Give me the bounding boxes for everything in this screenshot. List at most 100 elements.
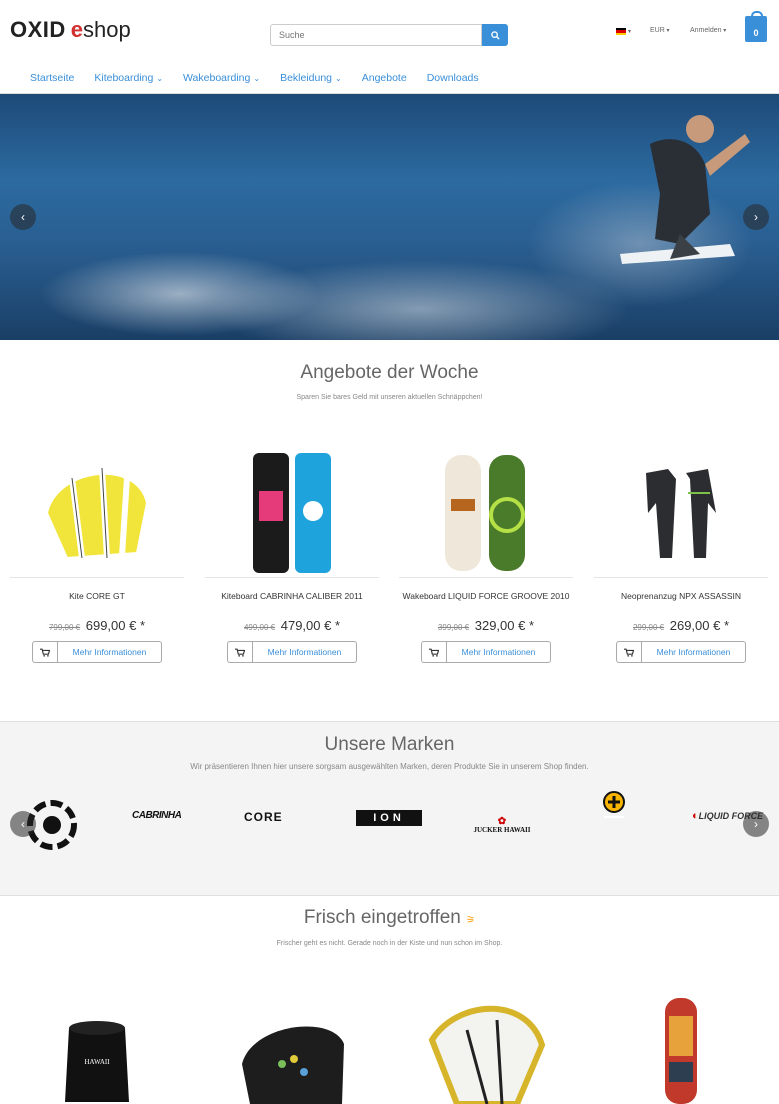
more-info-button[interactable]: Mehr Informationen [616, 641, 746, 663]
product-image[interactable] [205, 448, 379, 578]
product-image[interactable] [399, 448, 573, 578]
brand-logo-cabrinha[interactable]: CABRINHA [132, 810, 182, 821]
more-info-button[interactable]: Mehr Informationen [32, 641, 162, 663]
chevron-down-icon: ⌄ [253, 73, 261, 83]
chevron-down-icon: ▾ [721, 28, 727, 34]
product-kiteboard-image [253, 452, 331, 573]
language-selector[interactable]: ▾ [616, 28, 631, 35]
nav-item-label: Startseite [30, 72, 75, 84]
shop-logo[interactable]: OXID eshop [10, 17, 131, 42]
main-navigation: Startseite Kiteboarding ⌄ Wakeboarding ⌄ Bekl… [0, 62, 779, 94]
nav-item-bekleidung[interactable]: Bekleidung ⌄ [280, 72, 342, 84]
more-info-label: Mehr Informationen [656, 647, 731, 657]
fresh-title: Frisch eingetroffen ⚞ [303, 907, 476, 928]
brand-logo-ion[interactable]: ION [356, 810, 422, 826]
login-label: Anmelden [690, 27, 722, 34]
product-name[interactable]: Kite CORE GT [10, 590, 184, 614]
chevron-down-icon: ▾ [664, 28, 670, 34]
cart-icon[interactable] [617, 642, 642, 662]
brand-logo-plus[interactable] [602, 790, 626, 822]
product-name[interactable]: Kiteboard CABRINHA CALIBER 2011 [205, 590, 379, 614]
brands-next-button[interactable]: › [743, 811, 769, 837]
product-bag-image: HAWAII [65, 1021, 129, 1102]
old-price: 399,00 € [437, 623, 470, 632]
offers-title: Angebote der Woche [300, 362, 479, 383]
more-info-label: Mehr Informationen [461, 647, 536, 657]
svg-text:HAWAII: HAWAII [84, 1058, 110, 1066]
fresh-product-image[interactable] [594, 994, 768, 1104]
nav-item-label: Bekleidung [280, 72, 333, 84]
currency-selector[interactable]: EUR ▾ [650, 27, 669, 34]
product-harness-image [242, 1026, 344, 1104]
brand-logo-core[interactable]: CORE [244, 810, 283, 824]
nav-item-wakeboarding[interactable]: Wakeboarding ⌄ [183, 72, 260, 84]
search-form [270, 24, 508, 46]
product-card: Wakeboard LIQUID FORCE GROOVE 2010 399,00… [399, 448, 573, 663]
nav-item-label: Angebote [361, 72, 407, 84]
chevron-down-icon: ⌄ [335, 73, 342, 83]
product-wakeboard-image [445, 454, 525, 571]
login-dropdown[interactable]: Anmelden ▾ [690, 27, 726, 34]
offers-subtitle: Sparen Sie bares Geld mit unseren aktuel… [296, 394, 483, 401]
brand-logo-jucker-hawaii[interactable]: ✿ JUCKER HAWAII [470, 806, 534, 846]
product-name[interactable]: Neoprenanzug NPX ASSASSIN [594, 590, 768, 614]
product-kite-image [428, 1005, 546, 1104]
brands-title: Unsere Marken [324, 734, 455, 755]
current-price: 699,00 € * [85, 618, 146, 633]
product-kite-image [45, 467, 149, 559]
nav-item-startseite[interactable]: Startseite [30, 72, 74, 84]
chevron-down-icon: ⌄ [156, 73, 164, 83]
old-price: 799,00 € [48, 623, 81, 632]
product-image[interactable] [10, 448, 184, 578]
search-button[interactable] [482, 24, 508, 46]
more-info-label: Mehr Informationen [267, 647, 342, 657]
product-price: 799,00 € 699,00 € * [10, 618, 184, 633]
brands-subtitle: Wir präsentieren Ihnen hier unsere sorgs… [190, 762, 589, 771]
cart-count: 0 [753, 28, 759, 38]
logo-oxid: OXID [10, 17, 66, 42]
more-info-button[interactable]: Mehr Informationen [227, 641, 357, 663]
fresh-subtitle: Frischer geht es nicht. Gerade noch in d… [276, 940, 503, 947]
chevron-down-icon: ▾ [628, 29, 632, 35]
fresh-product-image[interactable] [205, 994, 379, 1104]
product-price: 399,00 € 329,00 € * [399, 618, 573, 633]
nav-item-kiteboarding[interactable]: Kiteboarding ⌄ [94, 72, 163, 84]
nav-item-angebote[interactable]: Angebote [362, 72, 407, 84]
cart-icon[interactable] [33, 642, 58, 662]
more-info-button[interactable]: Mehr Informationen [421, 641, 551, 663]
currency-label: EUR [650, 27, 665, 34]
search-input[interactable] [270, 24, 482, 46]
cart-button[interactable]: 0 [745, 11, 767, 42]
product-card: Neoprenanzug NPX ASSASSIN 299,00 € 269,00… [594, 448, 768, 663]
product-price: 499,00 € 479,00 € * [205, 618, 379, 633]
site-header: OXID eshop ▾ EUR ▾ Anmelden ▾ 0 [0, 0, 779, 62]
nav-item-label: Downloads [426, 72, 479, 84]
rss-icon[interactable]: ⚞ [466, 915, 475, 926]
brands-section: Unsere Marken Wir präsentieren Ihnen hie… [0, 721, 779, 896]
nav-item-label: Wakeboarding [183, 72, 251, 84]
hero-prev-button[interactable]: ‹ [10, 204, 36, 230]
search-icon [490, 30, 500, 40]
brands-prev-button[interactable]: ‹ [10, 811, 36, 837]
product-board-image [665, 998, 697, 1104]
product-image[interactable] [594, 448, 768, 578]
fresh-product-image[interactable] [400, 994, 574, 1104]
german-flag-icon [616, 28, 626, 35]
nav-item-label: Kiteboarding [94, 72, 154, 84]
product-price: 299,00 € 269,00 € * [594, 618, 768, 633]
logo-eshop: eshop [70, 17, 131, 42]
cart-icon[interactable] [228, 642, 253, 662]
product-name[interactable]: Wakeboard LIQUID FORCE GROOVE 2010 [399, 590, 573, 614]
product-wetsuit-image [646, 468, 716, 558]
fresh-product-image[interactable]: HAWAII [10, 994, 184, 1104]
kitesurfer-image [620, 115, 750, 264]
hero-next-button[interactable]: › [743, 204, 769, 230]
more-info-label: Mehr Informationen [72, 647, 147, 657]
old-price: 499,00 € [243, 623, 276, 632]
current-price: 479,00 € * [280, 618, 341, 633]
hero-slider: ‹ › [0, 94, 779, 340]
product-card: Kiteboard CABRINHA CALIBER 2011 499,00 € … [205, 448, 379, 663]
product-card: Kite CORE GT 799,00 € 699,00 € * Mehr Info… [10, 448, 184, 663]
nav-item-downloads[interactable]: Downloads [427, 72, 479, 84]
cart-icon[interactable] [422, 642, 447, 662]
